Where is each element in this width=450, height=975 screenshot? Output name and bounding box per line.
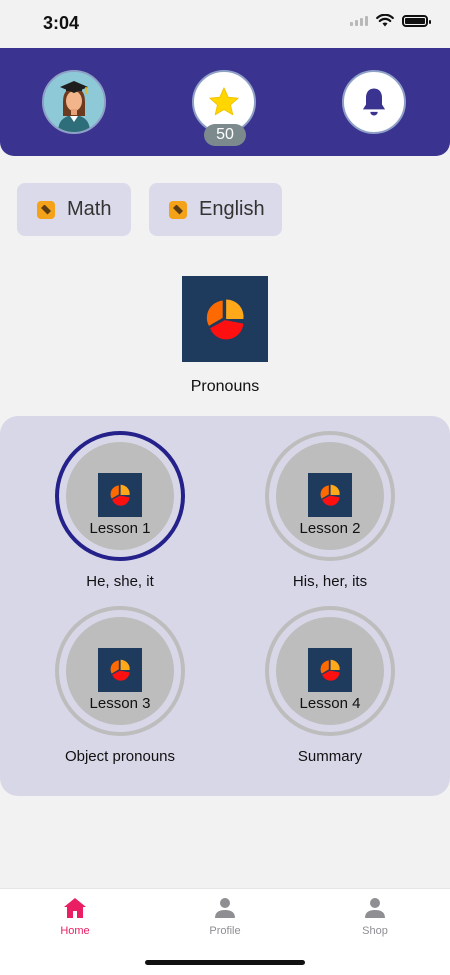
topic-thumbnail[interactable]	[182, 276, 268, 362]
status-bar: 3:04	[0, 0, 450, 48]
pie-chart-icon	[320, 659, 340, 681]
lesson-thumbnail	[98, 648, 142, 692]
cellular-signal-icon	[350, 15, 368, 26]
lesson-thumbnail	[308, 648, 352, 692]
pie-chart-icon	[320, 484, 340, 506]
tab-shop[interactable]: Shop	[335, 897, 415, 937]
lesson-2-button[interactable]: Lesson 2	[265, 431, 395, 561]
topic-title: Pronouns	[190, 378, 260, 395]
home-icon	[64, 898, 86, 918]
subject-chip-math[interactable]: Math	[17, 183, 131, 236]
home-indicator	[145, 960, 305, 965]
lesson-thumbnail	[308, 473, 352, 517]
lesson-1-button[interactable]: Lesson 1	[55, 431, 185, 561]
person-icon	[365, 898, 385, 918]
lesson-description: His, her, its	[292, 573, 368, 590]
lesson-description: Object pronouns	[64, 748, 176, 765]
dice-icon	[169, 200, 187, 219]
bell-icon	[362, 88, 386, 116]
star-icon	[209, 87, 239, 116]
subject-chip-english[interactable]: English	[149, 183, 282, 236]
lesson-label: Lesson 3	[89, 695, 151, 712]
tab-label: Shop	[362, 925, 388, 937]
pie-chart-icon	[110, 484, 130, 506]
battery-icon	[402, 14, 431, 27]
lesson-description: He, she, it	[86, 573, 154, 590]
lesson-4-button[interactable]: Lesson 4	[265, 606, 395, 736]
points-badge: 50	[204, 124, 246, 146]
tab-profile[interactable]: Profile	[185, 897, 265, 937]
tab-home[interactable]: Home	[35, 897, 115, 937]
lesson-label: Lesson 1	[89, 520, 151, 537]
dice-icon	[37, 200, 55, 219]
subject-label: English	[199, 198, 265, 220]
tab-label: Home	[60, 925, 90, 937]
top-header: 50	[0, 48, 450, 156]
wifi-icon	[376, 14, 394, 27]
lesson-label: Lesson 2	[299, 520, 361, 537]
lesson-label: Lesson 4	[299, 695, 361, 712]
pie-chart-icon	[110, 659, 130, 681]
notifications-button[interactable]	[342, 70, 406, 134]
avatar-button[interactable]	[42, 70, 106, 134]
lesson-thumbnail	[98, 473, 142, 517]
person-icon	[215, 898, 235, 918]
subject-label: Math	[67, 198, 112, 220]
lesson-description: Summary	[297, 748, 363, 765]
pie-chart-icon	[206, 299, 244, 340]
status-time: 3:04	[43, 13, 80, 33]
status-icons	[350, 14, 431, 27]
lesson-3-button[interactable]: Lesson 3	[55, 606, 185, 736]
tab-label: Profile	[209, 925, 241, 937]
graduate-avatar-icon	[44, 72, 104, 132]
